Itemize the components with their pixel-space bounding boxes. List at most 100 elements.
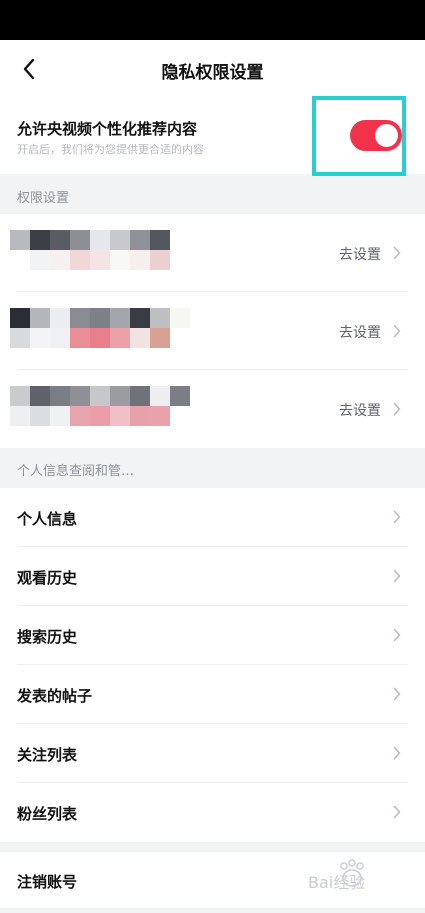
section-label-personal-info: 个人信息查阅和管…	[17, 464, 135, 479]
mosaic-cell	[70, 406, 90, 426]
mosaic-cell	[30, 406, 50, 426]
list-item-label: 发表的帖子	[17, 687, 93, 705]
mosaic-cell	[50, 308, 70, 328]
pixelated-label	[10, 230, 210, 270]
status-bar	[0, 0, 425, 40]
highlight-box	[312, 96, 406, 176]
mosaic-cell	[150, 230, 170, 250]
mosaic-cell	[90, 386, 110, 406]
mosaic-cell	[150, 308, 170, 328]
mosaic-cell	[190, 328, 210, 348]
mosaic-cell	[190, 250, 210, 270]
mosaic-cell	[170, 386, 190, 406]
pixelated-label	[10, 308, 210, 348]
list-item-posts[interactable]: 发表的帖子	[0, 665, 425, 724]
mosaic-cell	[30, 386, 50, 406]
mosaic-cell	[190, 386, 210, 406]
chevron-right-icon	[391, 509, 403, 525]
mosaic-cell	[130, 406, 150, 426]
goto-settings-label: 去设置	[339, 325, 381, 341]
permission-row[interactable]: 去设置	[0, 214, 425, 292]
mosaic-cell	[190, 406, 210, 426]
mosaic-cell	[50, 328, 70, 348]
chevron-right-icon	[391, 568, 403, 584]
mosaic-cell	[10, 406, 30, 426]
chevron-right-icon	[391, 745, 403, 761]
list-item-search-history[interactable]: 搜索历史	[0, 606, 425, 665]
mosaic-cell	[170, 308, 190, 328]
mosaic-cell	[170, 328, 190, 348]
mosaic-cell	[150, 250, 170, 270]
mosaic-cell	[110, 328, 130, 348]
mosaic-cell	[50, 250, 70, 270]
list-item-label: 粉丝列表	[17, 805, 78, 823]
mosaic-cell	[70, 230, 90, 250]
permission-row[interactable]: 去设置	[0, 370, 425, 448]
mosaic-cell	[110, 230, 130, 250]
recommend-subtitle: 开启后，我们将为您提供更合适的内容	[17, 143, 204, 156]
mosaic-cell	[50, 386, 70, 406]
goto-settings-label: 去设置	[339, 403, 381, 419]
mosaic-cell	[150, 386, 170, 406]
personal-info-list: 个人信息 观看历史 搜索历史 发表的帖子 关注列表 粉丝列表	[0, 488, 425, 842]
mosaic-cell	[170, 406, 190, 426]
mosaic-cell	[110, 386, 130, 406]
list-item-label: 关注列表	[17, 746, 78, 764]
mosaic-cell	[10, 250, 30, 270]
mosaic-cell	[70, 250, 90, 270]
mosaic-cell	[90, 328, 110, 348]
mosaic-cell	[30, 308, 50, 328]
mosaic-cell	[50, 230, 70, 250]
mosaic-cell	[90, 406, 110, 426]
mosaic-cell	[110, 308, 130, 328]
mosaic-cell	[10, 308, 30, 328]
list-item-following[interactable]: 关注列表	[0, 724, 425, 783]
mosaic-cell	[70, 386, 90, 406]
mosaic-cell	[130, 308, 150, 328]
page-title: 隐私权限设置	[161, 63, 264, 83]
cancel-account-label: 注销账号	[17, 873, 78, 891]
pixelated-label	[10, 386, 210, 426]
mosaic-cell	[10, 386, 30, 406]
chevron-right-icon	[391, 323, 403, 339]
mosaic-cell	[50, 406, 70, 426]
permission-list: 去设置 去设置 去设置	[0, 214, 425, 448]
chevron-right-icon	[391, 686, 403, 702]
mosaic-cell	[90, 308, 110, 328]
mosaic-cell	[90, 250, 110, 270]
mosaic-cell	[110, 250, 130, 270]
permission-row[interactable]: 去设置	[0, 292, 425, 370]
mosaic-cell	[110, 406, 130, 426]
section-label-permissions: 权限设置	[17, 191, 70, 206]
nav-bar: 隐私权限设置	[0, 40, 425, 98]
chevron-right-icon	[391, 245, 403, 261]
mosaic-cell	[150, 328, 170, 348]
list-item-watch-history[interactable]: 观看历史	[0, 547, 425, 606]
mosaic-cell	[70, 308, 90, 328]
chevron-right-icon	[391, 804, 403, 820]
mosaic-cell	[90, 230, 110, 250]
mosaic-cell	[70, 328, 90, 348]
baidu-watermark: Bai经验	[308, 859, 365, 892]
mosaic-cell	[30, 250, 50, 270]
mosaic-cell	[10, 328, 30, 348]
recommend-title: 允许央视频个性化推荐内容	[17, 120, 198, 138]
list-item-label: 观看历史	[17, 569, 78, 587]
mosaic-cell	[190, 308, 210, 328]
mosaic-cell	[190, 230, 210, 250]
mosaic-cell	[130, 328, 150, 348]
mosaic-cell	[30, 230, 50, 250]
mosaic-cell	[30, 328, 50, 348]
mosaic-cell	[10, 230, 30, 250]
mosaic-cell	[130, 250, 150, 270]
chevron-right-icon	[391, 627, 403, 643]
mosaic-cell	[130, 230, 150, 250]
list-item-personal-info[interactable]: 个人信息	[0, 488, 425, 547]
chevron-right-icon	[391, 401, 403, 417]
mosaic-cell	[170, 230, 190, 250]
list-item-label: 搜索历史	[17, 628, 78, 646]
list-item-label: 个人信息	[17, 510, 78, 528]
watermark-text: Bai经验	[308, 873, 365, 892]
goto-settings-label: 去设置	[339, 247, 381, 263]
list-item-followers[interactable]: 粉丝列表	[0, 783, 425, 842]
